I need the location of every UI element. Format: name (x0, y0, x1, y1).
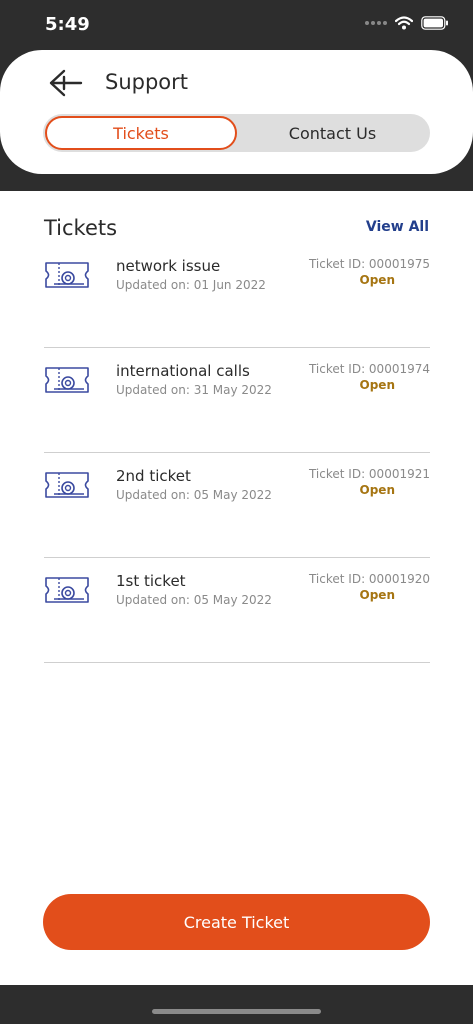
ticket-row[interactable]: network issue Updated on: 01 Jun 2022 Ti… (44, 243, 430, 348)
support-ticket-icon (45, 577, 89, 603)
support-ticket-icon (45, 262, 89, 288)
ticket-updated-date: Updated on: 31 May 2022 (116, 383, 272, 397)
tab-tickets[interactable]: Tickets (45, 116, 237, 150)
ticket-title: network issue (116, 257, 221, 275)
ticket-row[interactable]: international calls Updated on: 31 May 2… (44, 348, 430, 453)
status-time: 5:49 (45, 14, 90, 35)
section-title: Tickets (44, 216, 118, 240)
ticket-status: Open (359, 588, 395, 602)
back-arrow-icon (49, 69, 83, 97)
ticket-status: Open (359, 273, 395, 287)
signal-icon (365, 21, 387, 25)
ticket-id: Ticket ID: 00001974 (308, 362, 430, 376)
create-ticket-button[interactable]: Create Ticket (43, 894, 430, 950)
page-title: Support (105, 70, 189, 94)
ticket-title: 1st ticket (116, 572, 186, 590)
ticket-id: Ticket ID: 00001920 (308, 572, 430, 586)
ticket-title: 2nd ticket (116, 467, 191, 485)
content-area: Tickets View All network issue Updated o… (0, 191, 473, 985)
status-bar: 5:49 (0, 0, 473, 50)
ticket-status: Open (359, 378, 395, 392)
home-indicator[interactable] (152, 1009, 321, 1014)
tab-contact-us[interactable]: Contact Us (237, 116, 428, 150)
battery-icon (421, 16, 448, 30)
ticket-title: international calls (116, 362, 250, 380)
ticket-id: Ticket ID: 00001921 (308, 467, 430, 481)
support-ticket-icon (45, 472, 89, 498)
ticket-id: Ticket ID: 00001975 (308, 257, 430, 271)
ticket-row[interactable]: 1st ticket Updated on: 05 May 2022 Ticke… (44, 558, 430, 663)
ticket-updated-date: Updated on: 05 May 2022 (116, 593, 272, 607)
ticket-list: network issue Updated on: 01 Jun 2022 Ti… (44, 243, 430, 663)
header-card: Support Tickets Contact Us (0, 50, 473, 174)
back-button[interactable] (46, 66, 86, 100)
view-all-link[interactable]: View All (366, 219, 429, 235)
wifi-icon (395, 16, 413, 30)
segmented-control: Tickets Contact Us (43, 114, 430, 152)
support-ticket-icon (45, 367, 89, 393)
ticket-status: Open (359, 483, 395, 497)
ticket-updated-date: Updated on: 05 May 2022 (116, 488, 272, 502)
status-icons (365, 16, 449, 30)
ticket-updated-date: Updated on: 01 Jun 2022 (116, 278, 266, 292)
ticket-row[interactable]: 2nd ticket Updated on: 05 May 2022 Ticke… (44, 453, 430, 558)
bottom-bar (0, 985, 473, 1024)
